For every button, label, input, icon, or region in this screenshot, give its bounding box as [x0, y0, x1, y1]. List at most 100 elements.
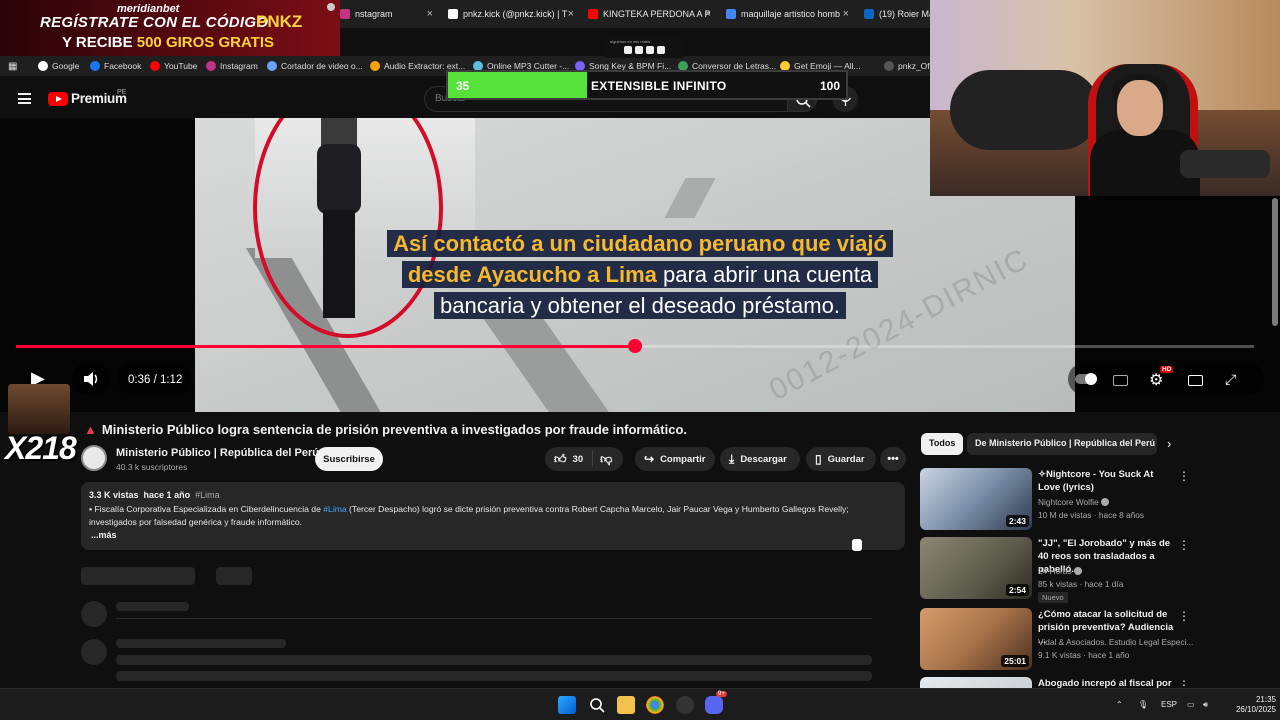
recommendation-item[interactable]: 25:01 ¿Cómo atacar la solicitud de prisi… — [920, 608, 1200, 674]
time-display: 0:36 / 1:12 — [128, 374, 183, 386]
file-explorer-icon[interactable] — [617, 696, 635, 714]
verified-icon — [1073, 567, 1082, 575]
streamer-webcam — [930, 0, 1280, 196]
recommendation-title[interactable]: Abogado increpó al fiscal por — [1038, 677, 1178, 688]
save-button[interactable]: ▯ Guardar — [806, 447, 876, 471]
chip-todos[interactable]: Todos — [921, 433, 964, 455]
share-button[interactable]: ↪ Compartir — [635, 447, 715, 471]
sponsor-line-2: Y RECIBE 500 GIROS GRATIS — [62, 34, 275, 51]
network-icon[interactable]: ▭ — [1187, 700, 1195, 709]
scissors-icon — [267, 61, 277, 71]
video-thumbnail[interactable]: 2:43 — [920, 468, 1032, 530]
sponsor-banner: meridianbet REGÍSTRATE CON EL CÓDIGO PNK… — [0, 0, 340, 56]
subtitle-line-2-rest: para abrir una cuenta — [656, 262, 873, 287]
bookmark-instagram[interactable]: Instagram — [206, 59, 258, 73]
more-actions-button[interactable]: ••• — [880, 447, 906, 471]
thumbs-down-icon[interactable]: 👎︎ — [600, 452, 612, 467]
show-more-link[interactable]: ...más — [91, 530, 117, 540]
apps-icon[interactable]: ▦ — [8, 59, 17, 73]
subtitle-line-3: bancaria y obtener el deseado préstamo. — [440, 293, 840, 318]
recommendation-channel: 24 Horas — [1038, 566, 1082, 576]
search-icon[interactable] — [588, 696, 606, 714]
miniplayer-icon[interactable] — [1188, 375, 1203, 386]
close-icon[interactable]: × — [843, 8, 849, 20]
new-badge: Nuevo — [1038, 592, 1068, 603]
recommendation-item[interactable]: 2:43 ✧Nightcore - You Suck At Love (lyri… — [920, 468, 1200, 534]
thumbs-up-icon[interactable]: 👍︎ — [554, 452, 567, 467]
chevron-up-icon[interactable]: ⌃ — [1116, 700, 1123, 709]
windows-start-icon[interactable] — [558, 696, 576, 714]
bookmark-cortador[interactable]: Cortador de video o... — [267, 59, 363, 73]
channel-name[interactable]: Ministerio Público | República del Perú — [116, 447, 319, 459]
windows-taskbar: 9+ ⌃ 🎙︎ ESP ▭ 🔊︎ 21:35 26/10/2025 — [0, 688, 1280, 720]
system-clock[interactable]: 21:35 26/10/2025 — [1232, 695, 1276, 715]
subtitles-icon[interactable] — [1113, 375, 1128, 386]
fullscreen-icon[interactable]: ⤢ — [1225, 371, 1236, 388]
video-thumbnail[interactable] — [920, 677, 1032, 688]
description-text: ▪ Fiscalía Corporativa Especializada en … — [89, 504, 849, 527]
more-vertical-icon[interactable]: ⋮ — [1178, 469, 1190, 483]
scrollbar[interactable] — [1272, 198, 1278, 326]
bookmark-google[interactable]: Google — [38, 59, 79, 73]
hashtag-link[interactable]: #Lima — [195, 490, 220, 500]
channel-avatar[interactable] — [81, 445, 107, 471]
discord-icon[interactable]: 9+ — [705, 691, 727, 714]
menu-icon[interactable] — [18, 93, 31, 104]
tab-label: KINGTEKA PERDONA A P — [603, 9, 711, 19]
more-vertical-icon[interactable]: ⋮ — [1178, 678, 1190, 688]
more-vertical-icon[interactable]: ⋮ — [1178, 538, 1190, 552]
more-vertical-icon[interactable]: ⋮ — [1178, 609, 1190, 623]
subscribe-button[interactable]: Suscribirse — [315, 447, 383, 471]
socials-label: síguenos en mis redes — [610, 39, 651, 44]
progress-scrubber[interactable] — [628, 339, 642, 353]
obs-icon[interactable] — [676, 696, 694, 714]
bookmark-youtube[interactable]: YouTube — [150, 59, 197, 73]
browser-tab[interactable]: nstagram × — [340, 4, 435, 24]
youtube-logo-icon[interactable] — [48, 92, 68, 106]
tab-label: (19) Roier Mall — [879, 9, 934, 19]
hashtag-link[interactable]: #Lima — [323, 504, 346, 514]
verified-icon — [1100, 498, 1109, 506]
bookmark-facebook[interactable]: Facebook — [90, 59, 141, 73]
browser-tab[interactable]: (19) Roier Mall — [864, 4, 934, 24]
language-indicator[interactable]: ESP — [1161, 700, 1177, 709]
video-thumbnail[interactable]: 2:54 — [920, 537, 1032, 599]
chrome-icon[interactable] — [646, 696, 664, 714]
recommendation-meta: 10 M de vistas · hace 8 años — [1038, 510, 1145, 520]
close-icon[interactable]: × — [427, 8, 433, 20]
skeleton-placeholder — [116, 602, 189, 611]
bookmark-pnkz[interactable]: pnkz_Ofic — [884, 59, 936, 73]
timer-goal: 100 — [819, 79, 840, 93]
microphone — [1180, 150, 1270, 178]
volume-icon[interactable]: 🔊︎ — [1203, 700, 1208, 710]
settings-gear-icon[interactable]: ⚙ — [1149, 370, 1163, 390]
close-icon[interactable] — [327, 3, 335, 11]
autoplay-toggle[interactable] — [1075, 373, 1097, 385]
microphone-icon[interactable]: 🎙︎ — [1138, 700, 1148, 709]
browser-tab[interactable]: maquillaje artistico homb × — [726, 4, 851, 24]
video-duration: 25:01 — [1001, 655, 1029, 667]
download-button[interactable]: ⤓ Descargar — [720, 447, 800, 471]
tab-label: maquillaje artistico homb — [741, 9, 841, 19]
browser-tab[interactable]: pnkz.kick (@pnkz.kick) | T × — [448, 4, 576, 24]
video-thumbnail[interactable]: 25:01 — [920, 608, 1032, 670]
close-icon[interactable]: × — [568, 8, 574, 20]
skeleton-divider — [116, 618, 872, 619]
recommendation-item[interactable]: 2:54 "JJ", "El Jorobado" y más de 40 reo… — [920, 537, 1200, 603]
close-icon[interactable]: × — [705, 8, 711, 20]
video-subtitles: Así contactó a un ciudadano peruano que … — [365, 228, 915, 321]
instagram-icon — [340, 9, 350, 19]
skeleton-placeholder — [81, 567, 195, 585]
chip-channel[interactable]: De Ministerio Público | República del Pe… — [967, 433, 1157, 455]
video-description[interactable]: 3.3 K vistas hace 1 año #Lima ▪ Fiscalía… — [81, 482, 905, 550]
tab-label: pnkz.kick (@pnkz.kick) | T — [463, 9, 568, 19]
browser-tab[interactable]: KINGTEKA PERDONA A P × — [588, 4, 713, 24]
like-count[interactable]: 30 — [573, 454, 584, 465]
recommendation-item[interactable]: Abogado increpó al fiscal por ⋮ — [920, 677, 1200, 688]
recommendation-title[interactable]: ✧Nightcore - You Suck At Love (lyrics) — [1038, 468, 1178, 494]
more-horizontal-icon: ••• — [887, 453, 899, 465]
chevron-right-icon[interactable]: › — [1167, 436, 1171, 451]
subscriber-count: 40.3 k suscriptores — [116, 462, 188, 472]
emote-image — [8, 384, 70, 434]
mute-button[interactable] — [72, 363, 110, 395]
